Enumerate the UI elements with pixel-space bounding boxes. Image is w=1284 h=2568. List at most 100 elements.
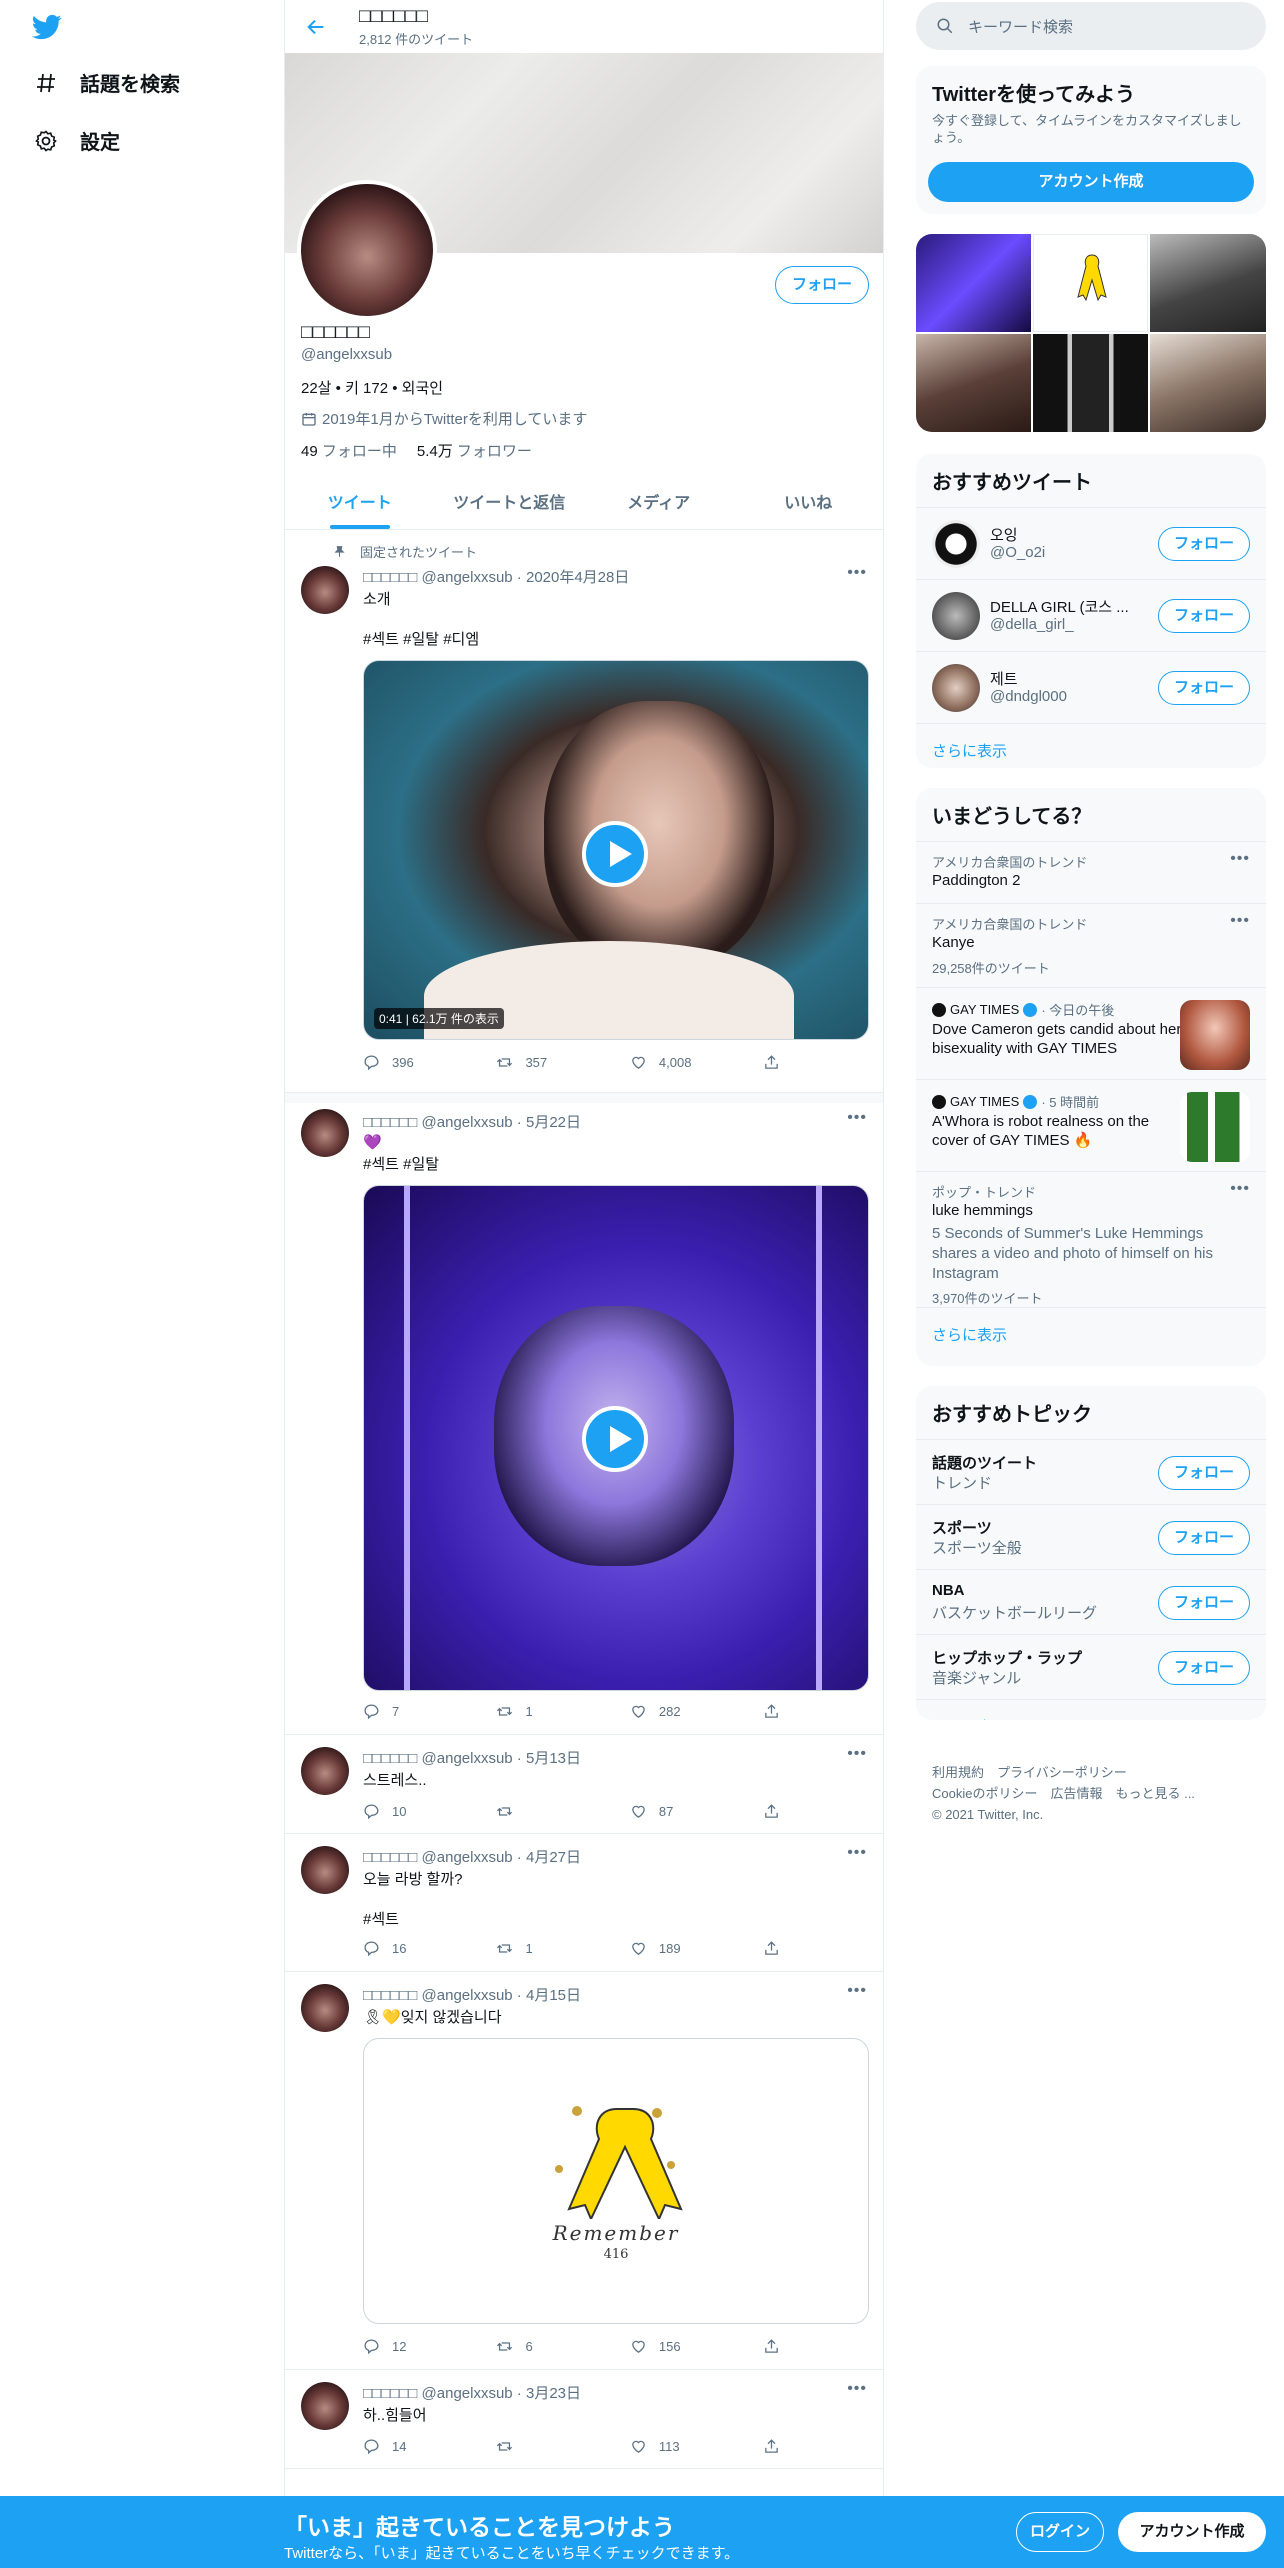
follow-button[interactable]: フォロー — [1158, 1456, 1250, 1490]
tab-tweets-replies[interactable]: ツイートと返信 — [435, 477, 585, 529]
signup-button[interactable]: アカウント作成 — [1118, 2512, 1266, 2552]
retweet-button[interactable]: 1 — [496, 1703, 629, 1720]
tweet-avatar[interactable] — [301, 1747, 349, 1795]
tweet[interactable]: □□□□□□ @angelxxsub · 5月13日 ••• 스트레스.. 10… — [285, 1735, 883, 1834]
more-options-icon[interactable]: ••• — [847, 1844, 867, 1862]
tab-tweets[interactable]: ツイート — [285, 477, 435, 529]
retweet-button[interactable] — [496, 2438, 629, 2455]
tweet[interactable]: □□□□□□ @angelxxsub · 4月27日 ••• 오늘 라방 할까?… — [285, 1834, 883, 1972]
news-item[interactable]: GAY TIMES · 今日の午後 Dove Cameron gets cand… — [916, 987, 1266, 1079]
show-more-link[interactable]: さらに表示 — [916, 1307, 1266, 1361]
profile-follow-button[interactable]: フォロー — [775, 266, 869, 304]
reply-button[interactable]: 16 — [363, 1940, 496, 1957]
back-arrow-icon[interactable] — [305, 16, 327, 38]
media-thumbnail[interactable] — [1033, 334, 1148, 432]
trend-item[interactable]: ポップ・トレンド luke hemmings 5 Seconds of Summ… — [916, 1171, 1266, 1307]
tweet[interactable]: □□□□□□ @angelxxsub · 5月22日 ••• 💜 #섹트 #일탈… — [285, 1103, 883, 1735]
following-link[interactable]: 49 フォロー中 — [301, 440, 397, 461]
suggested-user[interactable]: 제트 @dndgl000 フォロー — [916, 651, 1266, 723]
trend-item[interactable]: アメリカ合衆国のトレンド Paddington 2 ••• — [916, 841, 1266, 903]
create-account-button[interactable]: アカウント作成 — [928, 162, 1254, 202]
tweet[interactable]: □□□□□□ @angelxxsub · 3月23日 ••• 하..힘들어 14… — [285, 2370, 883, 2469]
more-options-icon[interactable]: ••• — [847, 2380, 867, 2398]
more-options-icon[interactable]: ••• — [1230, 850, 1250, 868]
media-thumbnail[interactable] — [1033, 234, 1148, 332]
follow-button[interactable]: フォロー — [1158, 1521, 1250, 1555]
tweet[interactable]: 固定されたツイート □□□□□□ @angelxxsub · 2020年4月28… — [285, 530, 883, 1093]
more-options-icon[interactable]: ••• — [1230, 1180, 1250, 1198]
tweet-video[interactable]: 0:41 | 62.1万 件の表示 — [363, 660, 869, 1040]
topic-item[interactable]: NBA バスケットボールリーグ フォロー — [916, 1569, 1266, 1634]
more-options-icon[interactable]: ••• — [847, 1109, 867, 1127]
share-button[interactable] — [763, 1054, 793, 1071]
more-options-icon[interactable]: ••• — [847, 1982, 867, 2000]
user-avatar[interactable] — [932, 520, 980, 568]
play-button[interactable] — [582, 1406, 648, 1472]
tweet-video[interactable] — [363, 1185, 869, 1691]
suggested-user[interactable]: DELLA GIRL (코스 ... @della_girl_ フォロー — [916, 579, 1266, 651]
media-thumbnail[interactable] — [1150, 334, 1266, 432]
topic-item[interactable]: スポーツ スポーツ全般 フォロー — [916, 1504, 1266, 1569]
footer-line-terms[interactable]: 利用規約 プライバシーポリシー — [932, 1762, 1195, 1783]
reply-button[interactable]: 10 — [363, 1803, 496, 1820]
search-box[interactable]: キーワード検索 — [916, 2, 1266, 50]
tweet[interactable]: □□□□□□ @angelxxsub · 4月15日 ••• 🎗💛잊지 않겠습니… — [285, 1972, 883, 2370]
topic-item[interactable]: 話題のツイート トレンド フォロー — [916, 1439, 1266, 1504]
follow-button[interactable]: フォロー — [1158, 599, 1250, 633]
like-button[interactable]: 189 — [630, 1940, 763, 1957]
nav-settings[interactable]: 設定 — [34, 126, 120, 155]
follow-button[interactable]: フォロー — [1158, 671, 1250, 705]
nav-explore[interactable]: 話題を検索 — [34, 68, 180, 97]
trend-item[interactable]: アメリカ合衆国のトレンド Kanye 29,258件のツイート ••• — [916, 903, 1266, 987]
tweet-avatar[interactable] — [301, 2382, 349, 2430]
reply-button[interactable]: 396 — [363, 1054, 496, 1071]
like-button[interactable]: 282 — [630, 1703, 763, 1720]
tweet-avatar[interactable] — [301, 566, 349, 614]
tweet-avatar[interactable] — [301, 1846, 349, 1894]
follow-button[interactable]: フォロー — [1158, 527, 1250, 561]
media-thumbnail[interactable] — [916, 334, 1031, 432]
show-more-link[interactable]: さらに表示 — [916, 1699, 1266, 1720]
tweet-avatar[interactable] — [301, 1109, 349, 1157]
share-button[interactable] — [763, 1803, 793, 1820]
reply-button[interactable]: 12 — [363, 2338, 496, 2355]
tab-media[interactable]: メディア — [584, 477, 734, 529]
user-avatar[interactable] — [932, 664, 980, 712]
user-avatar[interactable] — [932, 592, 980, 640]
news-thumbnail[interactable] — [1180, 1092, 1250, 1162]
profile-avatar[interactable] — [297, 180, 437, 320]
follow-button[interactable]: フォロー — [1158, 1586, 1250, 1620]
play-button[interactable] — [582, 821, 648, 887]
media-thumbnail[interactable] — [916, 234, 1031, 332]
follow-button[interactable]: フォロー — [1158, 1651, 1250, 1685]
tweet-hashtags[interactable]: #섹트 — [363, 1908, 399, 1929]
twitter-logo-icon[interactable] — [30, 12, 64, 42]
like-button[interactable]: 156 — [630, 2338, 763, 2355]
show-more-link[interactable]: さらに表示 — [916, 723, 1266, 768]
news-thumbnail[interactable] — [1180, 1000, 1250, 1070]
like-button[interactable]: 87 — [630, 1803, 763, 1820]
tweet-avatar[interactable] — [301, 1984, 349, 2032]
like-button[interactable]: 4,008 — [630, 1054, 763, 1071]
more-options-icon[interactable]: ••• — [847, 564, 867, 582]
footer-line-cookies[interactable]: Cookieのポリシー 広告情報 もっと見る ... — [932, 1783, 1195, 1804]
topic-item[interactable]: ヒップホップ・ラップ 音楽ジャンル フォロー — [916, 1634, 1266, 1699]
share-button[interactable] — [763, 2438, 793, 2455]
tab-likes[interactable]: いいね — [734, 477, 884, 529]
retweet-button[interactable] — [496, 1803, 629, 1820]
retweet-button[interactable]: 357 — [496, 1054, 629, 1071]
tweet-hashtags[interactable]: #섹트 #일탈 — [363, 1153, 439, 1174]
share-button[interactable] — [763, 2338, 793, 2355]
news-item[interactable]: GAY TIMES · 5 時間前 A'Whora is robot realn… — [916, 1079, 1266, 1171]
share-button[interactable] — [763, 1940, 793, 1957]
retweet-button[interactable]: 1 — [496, 1940, 629, 1957]
share-button[interactable] — [763, 1703, 793, 1720]
reply-button[interactable]: 14 — [363, 2438, 496, 2455]
media-thumbnail[interactable] — [1150, 234, 1266, 332]
like-button[interactable]: 113 — [630, 2438, 763, 2455]
more-options-icon[interactable]: ••• — [847, 1745, 867, 1763]
followers-link[interactable]: 5.4万 フォロワー — [417, 440, 532, 461]
more-options-icon[interactable]: ••• — [1230, 912, 1250, 930]
tweet-hashtags[interactable]: #섹트 #일탈 #디엠 — [363, 628, 479, 649]
login-button[interactable]: ログイン — [1016, 2512, 1104, 2552]
